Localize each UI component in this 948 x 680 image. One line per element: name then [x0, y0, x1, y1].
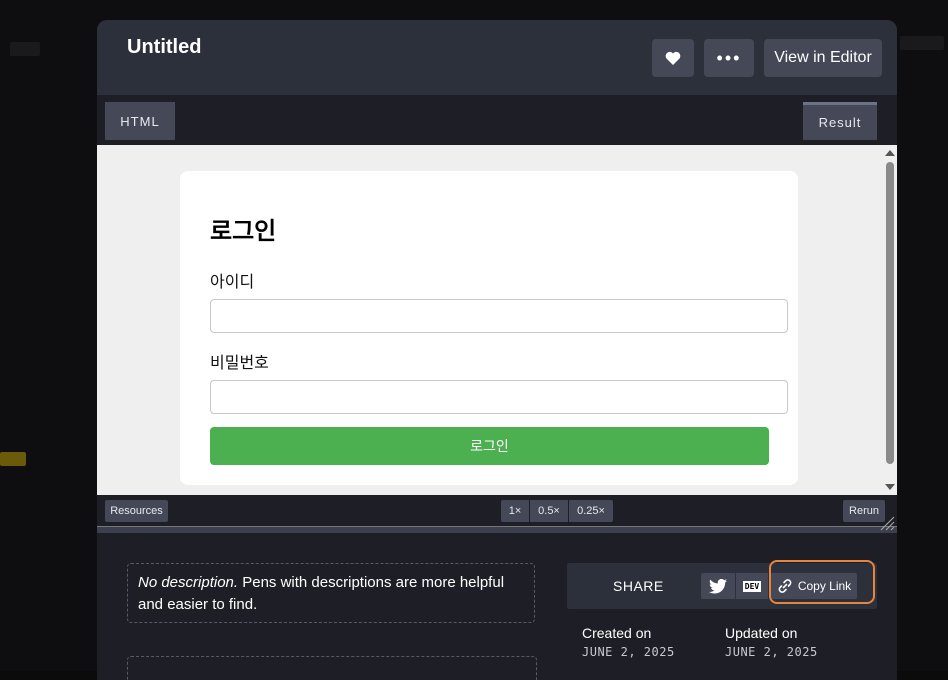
scroll-thumb[interactable] [886, 162, 894, 464]
scroll-down-icon[interactable] [885, 484, 895, 490]
updated-label: Updated on [725, 625, 798, 641]
password-label: 비밀번호 [210, 355, 269, 372]
description-empty-label: No description. [138, 574, 239, 591]
password-input[interactable] [210, 380, 788, 414]
backdrop-item [10, 42, 40, 56]
result-preview: 로그인 아이디 비밀번호 로그인 [97, 145, 897, 495]
backdrop-item [0, 452, 26, 466]
love-button[interactable] [652, 39, 694, 77]
login-heading: 로그인 [210, 218, 277, 245]
username-label: 아이디 [210, 274, 255, 291]
zoom-1x-button[interactable]: 1× [501, 500, 529, 522]
share-dev-button[interactable]: DEV [736, 573, 768, 599]
login-card: 로그인 아이디 비밀번호 로그인 [180, 171, 798, 485]
created-label: Created on [582, 625, 652, 641]
modal-header: Untitled ••• View in Editor [97, 20, 897, 95]
preview-scrollbar[interactable] [883, 145, 897, 495]
pen-title: Untitled [127, 36, 202, 58]
created-date: JUNE 2, 2025 [582, 645, 675, 659]
scroll-up-icon[interactable] [885, 150, 895, 156]
zoom-0-5x-button[interactable]: 0.5× [530, 500, 568, 522]
dev-icon: DEV [742, 580, 762, 592]
heart-icon [665, 51, 681, 65]
pen-tags-box[interactable] [127, 656, 537, 680]
zoom-0-25x-button[interactable]: 0.25× [569, 500, 613, 522]
view-in-editor-button[interactable]: View in Editor [764, 39, 882, 77]
login-submit-button[interactable]: 로그인 [210, 427, 769, 465]
editor-tabs: HTML Result [97, 95, 897, 145]
more-dots-icon: ••• [716, 47, 742, 68]
copy-link-highlight [769, 560, 875, 604]
tab-result[interactable]: Result [803, 102, 877, 140]
tab-html[interactable]: HTML [105, 102, 175, 140]
pen-description[interactable]: No description. Pens with descriptions a… [127, 563, 535, 623]
share-label: SHARE [613, 578, 664, 594]
username-input[interactable] [210, 299, 788, 333]
pen-info-section: No description. Pens with descriptions a… [97, 533, 897, 680]
updated-date: JUNE 2, 2025 [725, 645, 818, 659]
resources-button[interactable]: Resources [105, 500, 168, 522]
pen-details-modal: Untitled ••• View in Editor HTML Result … [97, 20, 897, 680]
resize-grip-icon[interactable] [879, 515, 895, 531]
twitter-icon [709, 578, 727, 594]
backdrop-item [900, 36, 944, 50]
share-twitter-button[interactable] [701, 573, 735, 599]
more-options-button[interactable]: ••• [704, 39, 754, 77]
